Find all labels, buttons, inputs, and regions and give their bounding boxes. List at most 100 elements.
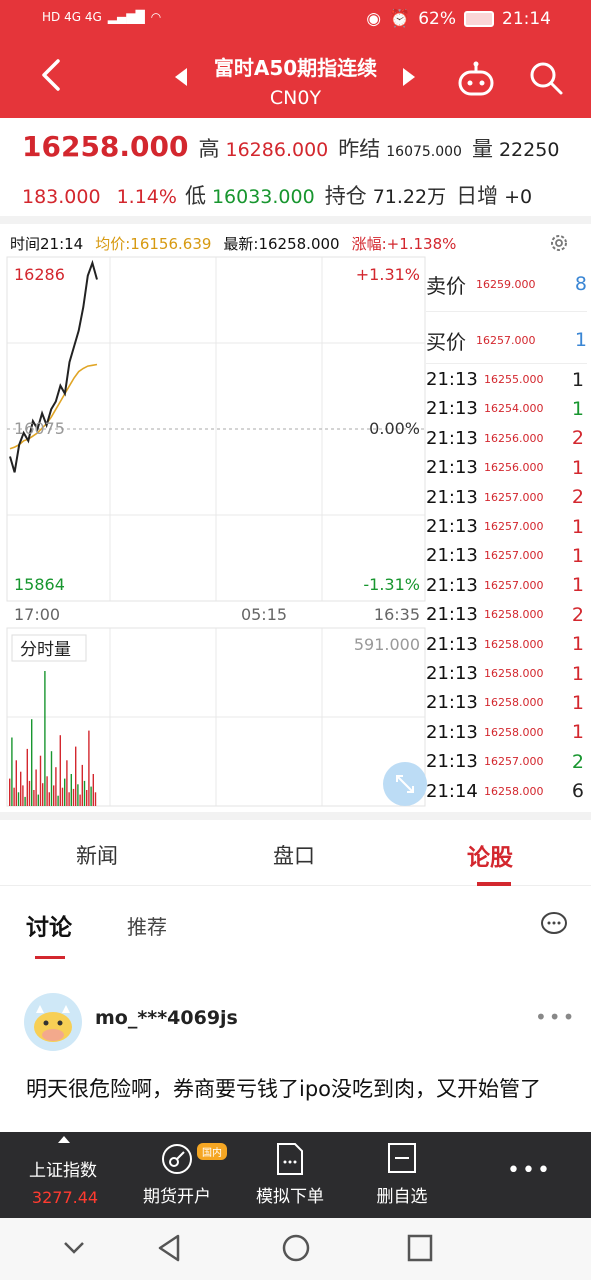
status-right: ◉ ⏰ 62% 21:14 <box>366 9 551 29</box>
volume-bar <box>24 796 26 806</box>
wifi-icon: ◠ <box>150 10 162 24</box>
trade-volume: 1 <box>571 691 584 714</box>
volume-bars <box>9 671 97 806</box>
nav-back-icon[interactable] <box>156 1233 182 1263</box>
remove-icon <box>388 1143 416 1173</box>
volume-bar <box>75 746 77 806</box>
remove-watchlist-label: 删自选 <box>376 1187 428 1207</box>
volume-bar <box>72 788 75 806</box>
trade-price: 16257.000 <box>484 755 544 769</box>
volume-bar <box>11 737 13 806</box>
expand-chart-button[interactable] <box>383 762 427 806</box>
volume-bar <box>61 787 64 806</box>
info-avg: 均价:16156.639 <box>95 235 212 253</box>
sim-order-button[interactable]: 模拟下单 <box>235 1132 345 1218</box>
tab-stocks[interactable]: 论股 <box>467 838 513 872</box>
volume-bar <box>9 778 11 806</box>
index-value: 3277.44 <box>31 1188 99 1207</box>
trade-volume: 2 <box>571 750 584 773</box>
hide-keyboard-icon[interactable] <box>62 1238 86 1258</box>
index-widget[interactable]: 上证指数 3277.44 <box>10 1132 120 1218</box>
quote-panel: 16258.000 高 16286.000 昨结 16075.000 量 222… <box>0 118 591 218</box>
instrument-title: 富时A50期指连续 CN0Y <box>0 52 591 109</box>
trade-price: 16258.000 <box>484 637 544 651</box>
volume-bar <box>17 792 20 806</box>
trade-row: 21:13 16254.000 1 <box>426 394 587 423</box>
subtab-discuss[interactable]: 讨论 <box>26 908 72 942</box>
volume-bar <box>53 785 55 806</box>
mid-pct-label: 0.00% <box>369 419 420 438</box>
system-nav-bar <box>0 1218 591 1280</box>
post-content: 明天很危险啊，券商要亏钱了ipo没吃到肉，又开始管了 <box>26 1077 542 1101</box>
volume-bar <box>94 792 97 806</box>
futures-account-label: 期货开户 <box>143 1187 211 1207</box>
more-options-icon[interactable]: ••• <box>535 1005 576 1029</box>
status-bar: HD 4G 4G ▂▄▆█ ◠ ◉ ⏰ 62% 21:14 <box>0 0 591 40</box>
volume-bar <box>31 719 33 806</box>
tab-pankou[interactable]: 盘口 <box>273 840 315 870</box>
robot-icon[interactable] <box>456 60 496 100</box>
last-price: 16258.000 <box>22 130 189 163</box>
volume-max-label: 591.000 <box>354 635 420 654</box>
trade-time: 21:13 <box>426 633 478 655</box>
trade-row: 21:13 16255.000 1 <box>426 365 587 394</box>
chat-bubble-icon[interactable] <box>540 910 568 938</box>
nav-recents-icon[interactable] <box>406 1233 434 1263</box>
volume-bar <box>22 785 24 806</box>
volume-bar <box>79 794 81 806</box>
intraday-chart[interactable]: 16286 16075 15864 +1.31% 0.00% -1.31% 17… <box>0 255 426 810</box>
trade-price: 16255.000 <box>484 373 544 386</box>
discussion-post[interactable]: mo_***4069js ••• 明天很危险啊，券商要亏钱了ipo没吃到肉，又开… <box>0 985 591 1135</box>
trade-volume: 1 <box>571 515 584 538</box>
settings-gear-icon[interactable] <box>548 232 570 254</box>
price-panel: 16286 16075 15864 +1.31% 0.00% -1.31% <box>6 256 426 602</box>
trade-row: 21:13 16258.000 2 <box>426 600 587 629</box>
daily-inc-label: 日增 <box>456 184 499 208</box>
next-instrument-icon[interactable] <box>403 68 415 86</box>
volume-bar <box>88 730 90 806</box>
nav-home-icon[interactable] <box>281 1233 311 1263</box>
trade-volume: 6 <box>571 780 584 803</box>
volume-bar <box>28 780 31 806</box>
trade-volume: 1 <box>571 544 584 567</box>
change-value: 183.000 <box>22 186 101 208</box>
volume-bar <box>92 774 94 806</box>
trade-price: 16257.000 <box>484 578 544 592</box>
volume-bar <box>81 764 83 806</box>
app-header: HD 4G 4G ▂▄▆█ ◠ ◉ ⏰ 62% 21:14 富时A50期指连续 … <box>0 0 591 118</box>
trade-time: 21:13 <box>426 427 478 449</box>
subtab-recommend[interactable]: 推荐 <box>127 911 167 940</box>
trade-row: 21:13 16257.000 2 <box>426 483 587 512</box>
book-divider <box>426 311 587 312</box>
bid-label: 买价 <box>426 329 466 354</box>
avatar[interactable] <box>24 993 82 1051</box>
instrument-name: 富时A50期指连续 <box>213 56 378 80</box>
battery-percent: 62% <box>418 9 456 29</box>
quote-row-2: 183.000 1.14% 低 16033.000 持仓 71.22万 日增 +… <box>22 180 532 210</box>
volume-bar <box>20 771 22 806</box>
post-username[interactable]: mo_***4069js <box>95 1007 238 1029</box>
trade-price: 16257.000 <box>484 520 544 533</box>
trade-volume: 1 <box>571 721 584 744</box>
high-label: 高 <box>198 137 220 161</box>
info-latest: 最新:16258.000 <box>223 235 340 253</box>
tab-news[interactable]: 新闻 <box>76 840 118 870</box>
remove-watchlist-button[interactable]: 删自选 <box>347 1132 457 1218</box>
trade-row: 21:13 16258.000 1 <box>426 659 587 688</box>
trade-time: 21:13 <box>426 516 478 537</box>
futures-account-icon <box>162 1144 192 1174</box>
volume-title: 分时量 <box>20 640 71 660</box>
search-icon[interactable] <box>528 60 564 96</box>
index-name: 上证指数 <box>29 1161 97 1181</box>
lower-pct-label: -1.31% <box>363 575 420 594</box>
trade-row: 21:13 16256.000 1 <box>426 453 587 482</box>
signal-icon: ▂▄▆█ <box>107 10 145 24</box>
time-mid-label: 05:15 <box>241 605 287 624</box>
cow-avatar-icon <box>34 1005 72 1042</box>
volume-bar <box>83 780 86 806</box>
volume-bar <box>66 760 68 806</box>
ask-volume: 8 <box>574 273 587 295</box>
volume-bar <box>13 787 15 806</box>
more-menu-button[interactable]: ••• <box>485 1132 565 1218</box>
trade-row: 21:13 16258.000 1 <box>426 718 587 747</box>
